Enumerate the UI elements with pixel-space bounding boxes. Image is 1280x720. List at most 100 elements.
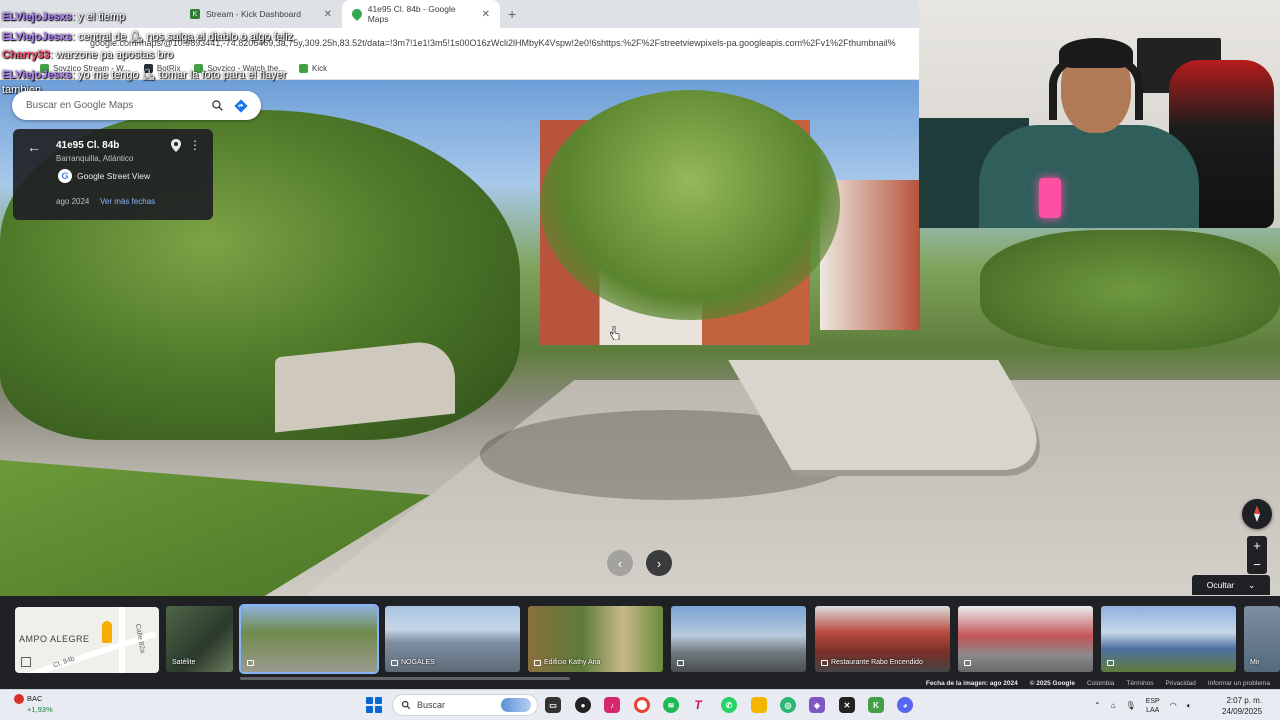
- browser-tab-bar: K Stream - Kick Dashboard ✕ 41e95 Cl. 84…: [0, 0, 919, 28]
- network-icon[interactable]: ⌂: [1111, 701, 1116, 710]
- thumbnail-photo[interactable]: [958, 606, 1093, 672]
- bookmark-kick[interactable]: Kick: [298, 64, 327, 73]
- kick-favicon-icon: K: [190, 9, 200, 19]
- street-view-icon: [1107, 660, 1114, 666]
- stock-indicator-icon: [14, 694, 24, 705]
- report-problem-link[interactable]: Informar un problema: [1208, 680, 1270, 689]
- image-date: Fecha de la imagen: ago 2024: [925, 680, 1018, 687]
- terms-link[interactable]: Términos: [1126, 680, 1153, 689]
- photo-icon: [964, 660, 971, 666]
- address-bar[interactable]: google.com/maps/@10.9893441,-74.8206469,…: [0, 28, 919, 58]
- tiktok-icon[interactable]: ♪: [604, 697, 620, 713]
- thumbnail-photo[interactable]: [239, 604, 379, 674]
- windows-start-icon[interactable]: [366, 697, 382, 713]
- new-tab-icon[interactable]: +: [500, 6, 524, 22]
- hand-cursor-icon: [610, 326, 620, 340]
- tree-center: [540, 90, 840, 320]
- street-view-info-card: ← 41e95 Cl. 84b Barranquilla, Atlántico …: [13, 129, 213, 220]
- photo-icon: [534, 659, 541, 666]
- bookmark-botrix[interactable]: BotRix: [143, 64, 180, 73]
- directions-icon[interactable]: [231, 96, 251, 116]
- task-view-icon[interactable]: ▭: [545, 697, 561, 713]
- street-view-source: G Google Street View: [58, 169, 150, 183]
- compass-button[interactable]: [1242, 499, 1272, 529]
- wifi-icon[interactable]: ◠: [1170, 701, 1177, 710]
- chevron-double-down-icon: ⌄: [1248, 579, 1256, 590]
- pegman-icon: [102, 621, 112, 643]
- market-widget[interactable]: BAC +1,93%: [14, 693, 53, 715]
- headset-icon: [1049, 50, 1143, 120]
- bookmark-sovzico-watch[interactable]: Sovzico - Watch the...: [194, 64, 285, 73]
- volume-icon[interactable]: 🔈︎: [1187, 701, 1192, 711]
- spotify-icon[interactable]: ≋: [663, 697, 679, 713]
- photo-strip: AMPO ALEGRE Cl. 84b Calle 82a Satélite N…: [0, 596, 1280, 690]
- privacy-link[interactable]: Privacidad: [1166, 680, 1196, 689]
- google-logo-icon: G: [58, 169, 72, 183]
- thumbnail-satellite[interactable]: Satélite: [166, 606, 233, 672]
- chrome-icon[interactable]: [634, 697, 650, 713]
- maps-search-input[interactable]: [26, 100, 201, 111]
- chevron-up-icon[interactable]: ⌃: [1094, 701, 1101, 710]
- map-pin-icon[interactable]: [171, 139, 181, 157]
- back-arrow-icon[interactable]: ←: [27, 139, 41, 155]
- whatsapp-icon[interactable]: ✆: [721, 697, 737, 713]
- previous-photo-button[interactable]: ‹: [607, 550, 633, 576]
- photo-icon: [677, 660, 684, 666]
- tab-google-maps[interactable]: 41e95 Cl. 84b - Google Maps ✕: [342, 0, 500, 28]
- more-dates-link[interactable]: Ver más fechas: [100, 197, 155, 206]
- expand-map-icon[interactable]: [21, 657, 31, 667]
- kick-icon: [194, 64, 204, 73]
- search-icon[interactable]: [207, 96, 227, 116]
- taskbar-clock[interactable]: 2:07 p. m. 24/09/2025: [1222, 695, 1262, 717]
- kick-icon[interactable]: K: [868, 697, 884, 713]
- street-view-icon: [391, 659, 398, 666]
- zoom-in-button[interactable]: +: [1253, 538, 1261, 553]
- system-tray: ⌃ ⌂ 🎙︎ ESP LAA ◠ 🔈︎: [1094, 690, 1192, 720]
- minimap[interactable]: AMPO ALEGRE Cl. 84b Calle 82a: [15, 607, 159, 673]
- bookmark-sovzico-stream[interactable]: Sovzico Stream - W...: [40, 64, 130, 73]
- game-icon[interactable]: ◈: [809, 697, 825, 713]
- windows-taskbar: BAC +1,93% Buscar ▭ ● ♪ ≋ T ✆ ◎ ◈ ✕ K ◕ …: [0, 689, 1280, 720]
- close-tab-icon[interactable]: ✕: [324, 9, 332, 20]
- microphone-icon[interactable]: 🎙︎: [1126, 701, 1136, 710]
- language-indicator[interactable]: ESP LAA: [1146, 697, 1160, 715]
- text-app-icon[interactable]: T: [690, 697, 706, 713]
- thumbnail-photo[interactable]: Mir: [1244, 606, 1280, 672]
- next-photo-button[interactable]: ›: [646, 550, 672, 576]
- close-tab-icon[interactable]: ✕: [482, 9, 490, 20]
- maps-search-box: [12, 91, 261, 120]
- capture-date: ago 2024: [56, 197, 90, 206]
- chevron-right-icon: ›: [656, 555, 662, 571]
- copyright: © 2025 Google: [1029, 680, 1075, 687]
- obs-icon[interactable]: ●: [575, 697, 591, 713]
- minimap-area-label: AMPO ALEGRE: [19, 634, 90, 644]
- tab-kick-dashboard[interactable]: K Stream - Kick Dashboard ✕: [180, 0, 342, 28]
- taskbar-search[interactable]: Buscar: [392, 694, 538, 716]
- bookmarks-bar: Sovzico Stream - W... BotRix Sovzico - W…: [0, 58, 919, 80]
- botrix-icon: [143, 64, 153, 73]
- place-address: 41e95 Cl. 84b: [56, 140, 120, 151]
- thumbnail-photo[interactable]: [1101, 606, 1236, 672]
- search-icon: [401, 700, 411, 710]
- folder-icon[interactable]: [751, 697, 767, 713]
- street-view-icon: [247, 660, 254, 666]
- minimap-street-label: Cl. 84b: [52, 655, 76, 670]
- thumbnail-photo[interactable]: Restaurante Rabo Encendido: [815, 606, 950, 672]
- thumbnail-photo[interactable]: [671, 606, 806, 672]
- thumbnail-photo[interactable]: NOGALES: [385, 606, 520, 672]
- zoom-controls: + −: [1247, 536, 1267, 574]
- capcut-icon[interactable]: ✕: [839, 697, 855, 713]
- country-link[interactable]: Colombia: [1087, 680, 1114, 689]
- thumbnail-photo[interactable]: Edificio Kathy Ana: [528, 606, 663, 672]
- kick-icon: [40, 64, 49, 73]
- discord-icon[interactable]: ◕: [897, 697, 913, 713]
- more-options-icon[interactable]: ⋮: [189, 138, 201, 152]
- xbox-icon[interactable]: ◎: [780, 697, 796, 713]
- search-highlight-icon: [501, 698, 531, 712]
- maps-favicon-icon: [349, 7, 364, 21]
- url-text: google.com/maps/@10.9893441,-74.8206469,…: [90, 38, 896, 48]
- hide-thumbnails-button[interactable]: Ocultar ⌄: [1192, 575, 1270, 595]
- webcam-overlay: [919, 0, 1280, 228]
- photo-icon: [821, 659, 828, 666]
- zoom-out-button[interactable]: −: [1253, 557, 1261, 572]
